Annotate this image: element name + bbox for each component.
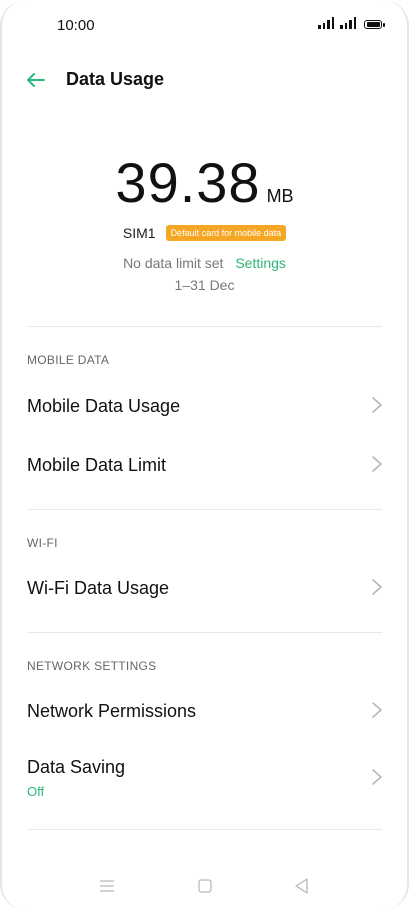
- mobile-data-limit-item[interactable]: Mobile Data Limit: [0, 435, 409, 493]
- signal-1-icon: [318, 17, 334, 29]
- data-saving-status: Off: [27, 784, 45, 799]
- status-bar: 10:00: [0, 0, 409, 50]
- back-triangle-icon: [295, 878, 308, 894]
- divider: [27, 632, 382, 633]
- item-title: Data Saving: [27, 757, 126, 777]
- wifi-data-usage-item[interactable]: Wi-Fi Data Usage: [0, 558, 409, 616]
- network-permissions-item[interactable]: Network Permissions: [0, 681, 409, 739]
- page-title: Data Usage: [66, 69, 165, 89]
- divider: [27, 509, 382, 510]
- chevron-right-icon: [372, 702, 382, 718]
- default-sim-badge: Default card for mobile data: [165, 225, 287, 241]
- home-button[interactable]: [195, 876, 215, 896]
- status-icons: [318, 17, 385, 29]
- data-saving-item[interactable]: Data Saving Off: [0, 741, 409, 813]
- usage-unit: MB: [266, 186, 294, 206]
- divider: [27, 326, 382, 327]
- chevron-right-icon: [372, 456, 382, 472]
- battery-icon: [364, 20, 385, 29]
- home-icon: [198, 879, 212, 893]
- data-limit-text: No data limit set: [123, 255, 224, 271]
- item-title: Mobile Data Usage: [27, 396, 181, 416]
- settings-link[interactable]: Settings: [235, 255, 286, 271]
- back-nav-button[interactable]: [292, 876, 312, 896]
- item-title: Network Permissions: [27, 701, 197, 721]
- sim-label: SIM1: [122, 225, 156, 241]
- billing-period: 1–31 Dec: [174, 277, 235, 293]
- chevron-right-icon: [372, 579, 382, 595]
- navigation-bar: [0, 870, 409, 900]
- back-button[interactable]: [24, 68, 48, 92]
- item-title: Wi-Fi Data Usage: [27, 578, 170, 598]
- section-header-wifi: WI-FI: [27, 536, 58, 550]
- section-header-network-settings: NETWORK SETTINGS: [27, 659, 157, 673]
- header: Data Usage: [0, 58, 409, 102]
- menu-icon: [100, 880, 114, 892]
- menu-button[interactable]: [97, 876, 117, 896]
- mobile-data-usage-item[interactable]: Mobile Data Usage: [0, 376, 409, 434]
- sim-row: SIM1 Default card for mobile data: [0, 225, 409, 241]
- signal-2-icon: [340, 17, 356, 29]
- chevron-right-icon: [372, 397, 382, 413]
- item-title: Mobile Data Limit: [27, 455, 167, 475]
- chevron-right-icon: [372, 769, 382, 785]
- usage-summary: 39.38 MB SIM1 Default card for mobile da…: [0, 150, 409, 293]
- data-limit-row: No data limit set Settings: [0, 255, 409, 271]
- usage-line: 39.38 MB: [0, 150, 409, 215]
- divider: [27, 829, 382, 830]
- section-header-mobile-data: MOBILE DATA: [27, 353, 110, 367]
- usage-value: 39.38: [115, 151, 261, 214]
- status-time: 10:00: [57, 17, 95, 34]
- arrow-left-icon: [27, 73, 45, 87]
